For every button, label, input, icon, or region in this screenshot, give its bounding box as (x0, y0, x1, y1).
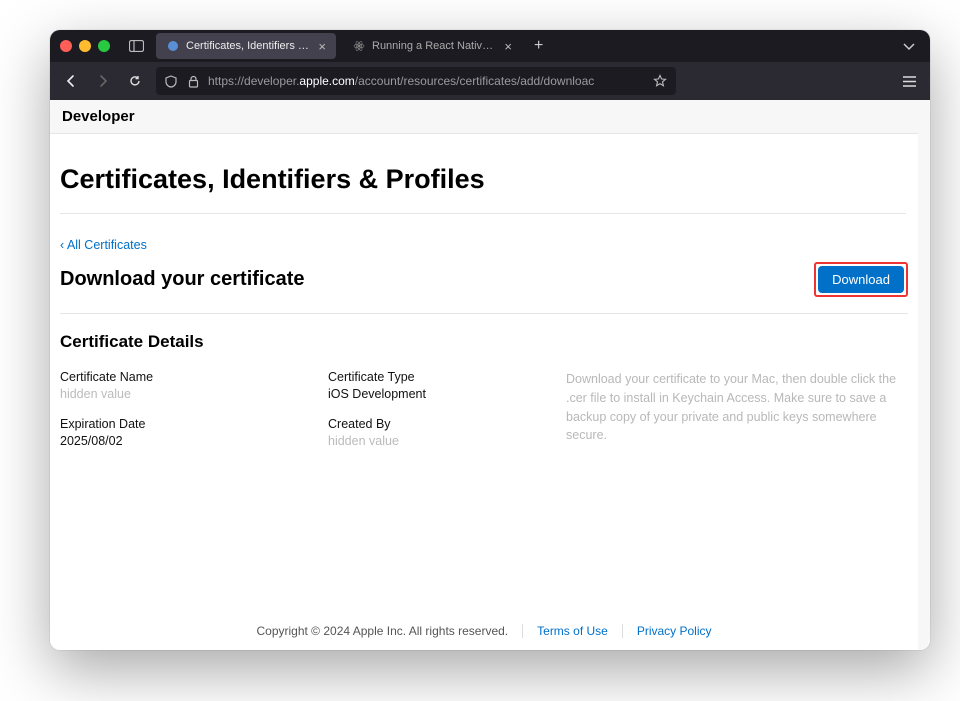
apple-favicon (166, 39, 180, 53)
tab-title: Running a React Native App on (372, 40, 498, 52)
page-title: Certificates, Identifiers & Profiles (60, 154, 906, 214)
new-tab-button[interactable]: + (528, 37, 549, 55)
footer-separator (522, 624, 523, 638)
download-certificate-heading: Download your certificate (60, 268, 305, 291)
developer-logo[interactable]: Developer (60, 108, 135, 125)
shield-icon[interactable] (164, 75, 178, 88)
menu-button[interactable] (898, 75, 920, 88)
footer-separator (622, 624, 623, 638)
back-to-certificates-link[interactable]: ‹ All Certificates (60, 238, 147, 252)
expiration-date-label: Expiration Date (60, 417, 320, 431)
address-bar[interactable]: https://developer.apple.com/account/reso… (156, 67, 676, 95)
certificate-type-label: Certificate Type (328, 370, 558, 384)
titlebar: Certificates, Identifiers & Profile × Ru… (50, 30, 930, 62)
download-help-text: Download your certificate to your Mac, t… (566, 370, 908, 464)
certificate-name-value: hidden value (60, 387, 320, 401)
sidebar-toggle-icon[interactable] (124, 35, 148, 57)
download-button-highlight: Download (814, 262, 908, 297)
download-button[interactable]: Download (818, 266, 904, 293)
close-window-button[interactable] (60, 40, 72, 52)
nav-toolbar: https://developer.apple.com/account/reso… (50, 62, 930, 100)
tab-strip: Certificates, Identifiers & Profile × Ru… (156, 33, 894, 59)
created-by-label: Created By (328, 417, 558, 431)
back-button[interactable] (60, 70, 82, 92)
certificate-details-grid: Certificate Name hidden value Expiration… (60, 370, 908, 464)
copyright-text: Copyright © 2024 Apple Inc. All rights r… (256, 624, 508, 638)
expiration-date-value: 2025/08/02 (60, 434, 320, 448)
created-by-value: hidden value (328, 434, 558, 448)
page-footer: Copyright © 2024 Apple Inc. All rights r… (50, 624, 918, 638)
minimize-window-button[interactable] (79, 40, 91, 52)
terms-of-use-link[interactable]: Terms of Use (537, 624, 608, 638)
tab-title: Certificates, Identifiers & Profile (186, 40, 312, 52)
developer-label: Developer (62, 108, 135, 125)
close-tab-icon[interactable]: × (318, 39, 326, 54)
react-favicon (352, 39, 366, 53)
forward-button[interactable] (92, 70, 114, 92)
certificate-details-heading: Certificate Details (60, 332, 908, 352)
certificate-name-label: Certificate Name (60, 370, 320, 384)
apple-developer-header: Developer (50, 100, 918, 134)
overflow-chevron-icon[interactable] (902, 41, 920, 51)
tab-certificates[interactable]: Certificates, Identifiers & Profile × (156, 33, 336, 59)
window-controls (60, 40, 110, 52)
page-content: Developer Certificates, Identifiers & Pr… (50, 100, 930, 650)
tab-react-native[interactable]: Running a React Native App on × (342, 33, 522, 59)
reload-button[interactable] (124, 70, 146, 92)
url-text: https://developer.apple.com/account/reso… (208, 74, 644, 88)
privacy-policy-link[interactable]: Privacy Policy (637, 624, 712, 638)
lock-icon[interactable] (186, 75, 200, 88)
browser-window: Certificates, Identifiers & Profile × Ru… (50, 30, 930, 650)
bookmark-star-icon[interactable] (652, 74, 668, 88)
maximize-window-button[interactable] (98, 40, 110, 52)
close-tab-icon[interactable]: × (504, 39, 512, 54)
certificate-type-value: iOS Development (328, 387, 558, 401)
